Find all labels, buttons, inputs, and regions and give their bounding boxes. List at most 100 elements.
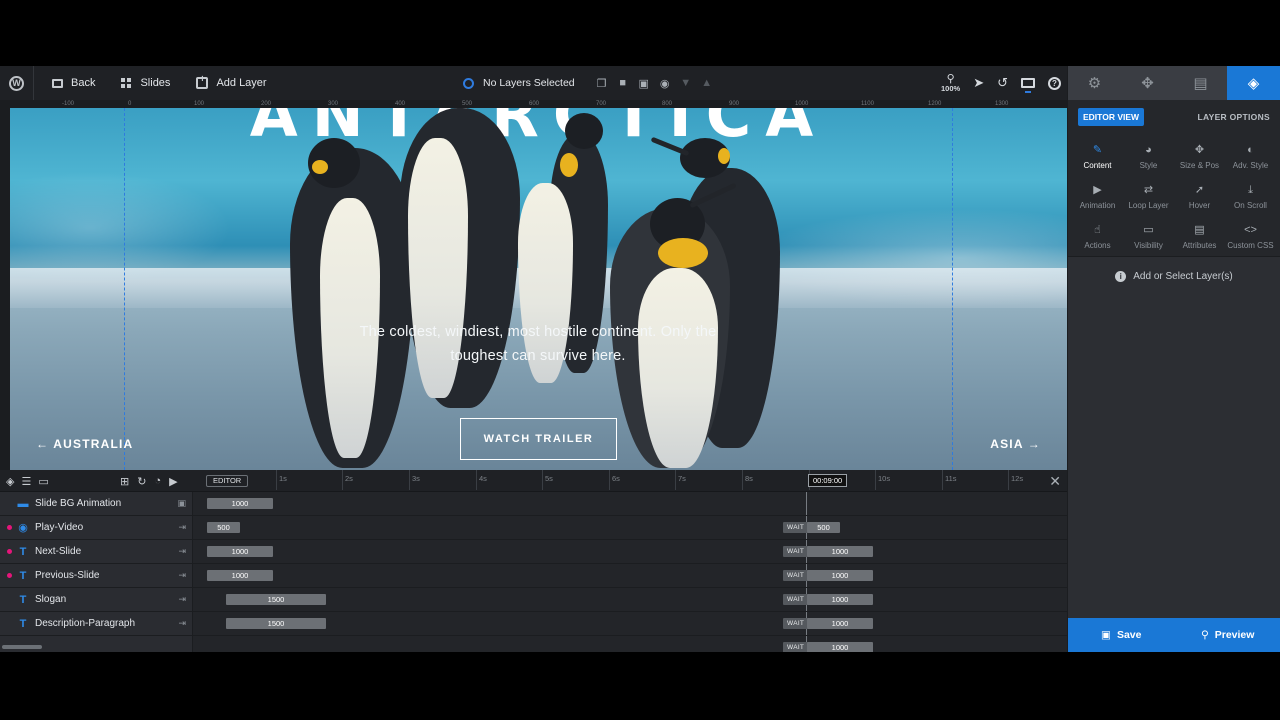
- ruler-mark: 1300: [995, 101, 1009, 107]
- animation-bar-in[interactable]: 1000: [207, 498, 273, 509]
- animation-bar-in[interactable]: 1500: [226, 618, 326, 629]
- animation-bar-out[interactable]: 1000: [807, 642, 873, 652]
- animation-bar-out[interactable]: 500: [807, 522, 840, 533]
- close-timeline-icon[interactable]: ✕: [1049, 473, 1061, 490]
- editor-mode-tag[interactable]: EDITOR: [206, 475, 249, 487]
- description-paragraph[interactable]: The coldest, windiest, most hostile cont…: [338, 320, 738, 368]
- animation-bar-in[interactable]: 1500: [226, 594, 326, 605]
- next-slide-link[interactable]: ASIA →: [990, 437, 1041, 451]
- empty-selection-message: i Add or Select Layer(s): [1068, 271, 1280, 282]
- animation-bar-out[interactable]: 1000: [807, 594, 873, 605]
- animation-bar-out[interactable]: 1000: [807, 618, 873, 629]
- wordpress-button[interactable]: W: [0, 66, 34, 100]
- timeline-row[interactable]: T Slogan ⇥ 1500 WAIT 1000: [0, 588, 1067, 612]
- option-style[interactable]: ◕ Style: [1123, 144, 1174, 170]
- chevron-down-icon[interactable]: ▼: [680, 77, 692, 89]
- play-icon[interactable]: ▶: [169, 475, 177, 488]
- desktop-view-icon[interactable]: [1021, 78, 1035, 93]
- timeline-layer-name[interactable]: T Previous-Slide ⇥: [0, 564, 193, 587]
- preview-button[interactable]: ⚲ Preview: [1175, 618, 1280, 652]
- timeline-row[interactable]: T Next-Slide ⇥ 1000 WAIT 1000: [0, 540, 1067, 564]
- jump-icon[interactable]: ⇥: [178, 618, 186, 629]
- slide-canvas[interactable]: ANTARCTICA The coldest, windiest, most h…: [10, 108, 1067, 470]
- loop-icon[interactable]: ↻: [137, 475, 146, 488]
- timeline-layer-name[interactable]: ◉ Play-Video ⇥: [0, 516, 193, 539]
- list-icon[interactable]: ☰: [21, 475, 31, 488]
- undo-icon[interactable]: ↺: [997, 75, 1008, 91]
- option-attributes[interactable]: ▤ Attributes: [1174, 224, 1225, 250]
- animation-bar-in[interactable]: 500: [207, 522, 240, 533]
- option-loop-layer[interactable]: ⇄ Loop Layer: [1123, 184, 1174, 210]
- grid-icon[interactable]: ⊞: [120, 475, 129, 488]
- layer-target-icon: [463, 77, 474, 89]
- layer-options-panel: ⚙ ✥ ▤ ◈ EDITOR VIEW LAYER OPTIONS ✎ Conte…: [1067, 66, 1280, 652]
- previous-slide-link[interactable]: ← AUSTRALIA: [36, 437, 133, 451]
- timeline-row[interactable]: T Description-Paragraph ⇥ 1500 WAIT 1000: [0, 612, 1067, 636]
- layers-icon[interactable]: ◈: [6, 475, 14, 488]
- current-time-indicator[interactable]: 00:09:00: [808, 474, 848, 487]
- option-animation[interactable]: ▶ Animation: [1072, 184, 1123, 210]
- animation-bar-out[interactable]: 1000: [807, 570, 873, 581]
- timeline-scrollbar[interactable]: [2, 645, 42, 649]
- timeline-layer-name[interactable]: T Next-Slide ⇥: [0, 540, 193, 563]
- timeline-layer-name[interactable]: T Description-Paragraph ⇥: [0, 612, 193, 635]
- text-layer-icon: T: [19, 593, 27, 606]
- eye-icon[interactable]: ◉: [659, 77, 671, 90]
- back-button[interactable]: Back: [42, 66, 105, 100]
- timeline-row[interactable]: ▬ Slide BG Animation ▣ 1000: [0, 492, 1067, 516]
- option-visibility[interactable]: ▭ Visibility: [1123, 224, 1174, 250]
- option-content[interactable]: ✎ Content: [1072, 144, 1123, 170]
- image-icon[interactable]: ▣: [177, 498, 186, 509]
- tab-slide-options[interactable]: ▤: [1174, 66, 1227, 100]
- timeline-layer-name[interactable]: ▬ Slide BG Animation ▣: [0, 492, 193, 515]
- tab-navigation[interactable]: ✥: [1121, 66, 1174, 100]
- animation-bar-out[interactable]: 1000: [807, 546, 873, 557]
- timeline-left-tools: ◈ ☰ ▭: [6, 470, 49, 492]
- option-custom-css[interactable]: <> Custom CSS: [1225, 224, 1276, 250]
- timeline-row[interactable]: ◉ Play-Video ⇥ 500 WAIT 500: [0, 516, 1067, 540]
- add-layer-button[interactable]: Add Layer: [186, 66, 276, 100]
- tab-slider-settings[interactable]: ⚙: [1068, 66, 1121, 100]
- jump-icon[interactable]: ⇥: [178, 570, 186, 581]
- timeline-row[interactable]: WAIT 1000: [0, 636, 1067, 652]
- jump-icon[interactable]: ⇥: [178, 546, 186, 557]
- cursor-icon[interactable]: ➤: [973, 75, 984, 91]
- option-size-pos[interactable]: ✥ Size & Pos: [1174, 144, 1225, 170]
- ruler-mark: 1100: [861, 101, 874, 107]
- chevron-up-icon[interactable]: ▲: [701, 77, 713, 89]
- tab-layer-options[interactable]: ◈: [1227, 66, 1280, 100]
- zoom-button[interactable]: ⚲ 100%: [941, 73, 960, 93]
- editor-view-button[interactable]: EDITOR VIEW: [1078, 108, 1145, 126]
- save-button[interactable]: ▣ Save: [1068, 618, 1175, 652]
- animation-bar-in[interactable]: 1000: [207, 546, 273, 557]
- folder-icon[interactable]: ▭: [38, 475, 48, 488]
- selected-dot: [7, 525, 12, 530]
- option-hover[interactable]: ➚ Hover: [1174, 184, 1225, 210]
- horizontal-ruler: -100 0 100 200 300 400 500 600 700 800 9…: [0, 100, 1067, 108]
- move-icon: ✥: [1194, 144, 1205, 156]
- option-adv-style[interactable]: ◐ Adv. Style: [1225, 144, 1276, 170]
- slides-button[interactable]: Slides: [111, 66, 180, 100]
- wait-label: WAIT: [783, 594, 809, 605]
- ruler-mark: 0: [128, 101, 132, 107]
- ruler-mark: 300: [328, 101, 339, 107]
- search-icon: ⚲: [1201, 629, 1209, 641]
- speed-icon[interactable]: ◔: [154, 475, 161, 487]
- help-icon[interactable]: ?: [1048, 76, 1061, 90]
- timeline-row[interactable]: T Previous-Slide ⇥ 1000 WAIT 1000: [0, 564, 1067, 588]
- animation-bar-in[interactable]: 1000: [207, 570, 273, 581]
- duplicate-icon[interactable]: ❐: [596, 77, 608, 90]
- option-actions[interactable]: ☝ Actions: [1072, 224, 1123, 250]
- trash-icon[interactable]: ■: [617, 77, 629, 89]
- timeline-layer-name[interactable]: [0, 636, 193, 652]
- timeline-layer-name[interactable]: T Slogan ⇥: [0, 588, 193, 611]
- ruler-mark: 400: [395, 101, 406, 107]
- lock-icon[interactable]: ▣: [638, 77, 650, 90]
- watch-trailer-button[interactable]: WATCH TRAILER: [460, 418, 617, 460]
- option-on-scroll[interactable]: ⤓ On Scroll: [1225, 184, 1276, 210]
- jump-icon[interactable]: ⇥: [178, 594, 186, 605]
- jump-icon[interactable]: ⇥: [178, 522, 186, 533]
- panel-tabs: ⚙ ✥ ▤ ◈: [1068, 66, 1280, 100]
- slides-icon: ▤: [1193, 75, 1208, 92]
- video-layer-icon: ◉: [18, 522, 28, 534]
